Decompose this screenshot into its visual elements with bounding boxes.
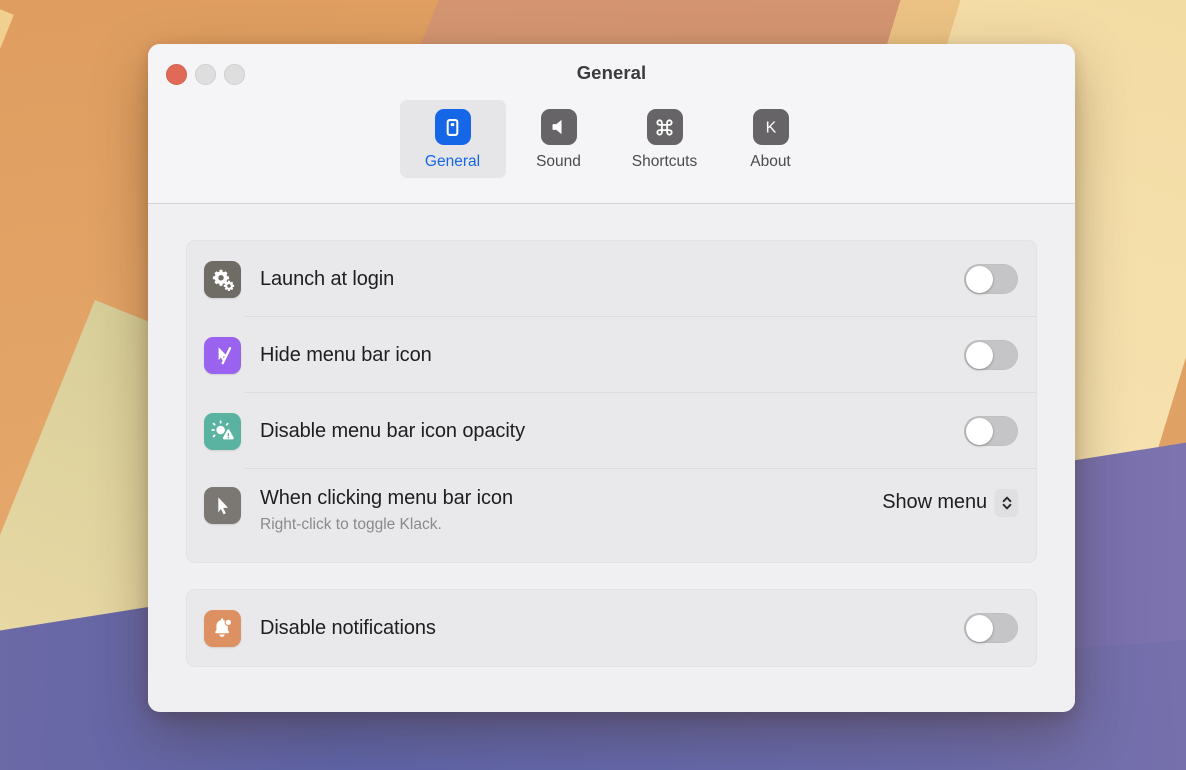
toggle-launch-at-login[interactable] xyxy=(964,264,1018,294)
row-title: When clicking menu bar icon xyxy=(260,487,882,510)
toggle-disable-notifications[interactable] xyxy=(964,613,1018,643)
tab-shortcuts-label: Shortcuts xyxy=(632,153,697,171)
toggle-knob xyxy=(966,418,993,445)
letter-k-icon: K xyxy=(753,109,789,145)
tab-sound[interactable]: Sound xyxy=(506,100,612,178)
toggle-disable-menu-bar-icon-opacity[interactable] xyxy=(964,416,1018,446)
row-when-clicking-menu-bar-icon[interactable]: When clicking menu bar icon Right-click … xyxy=(187,469,1036,562)
row-texts: When clicking menu bar icon Right-click … xyxy=(260,487,882,534)
row-texts: Launch at login xyxy=(260,268,964,291)
row-hide-menu-bar-icon[interactable]: Hide menu bar icon xyxy=(187,317,1036,393)
popup-when-clicking-menu-bar-icon[interactable]: Show menu xyxy=(882,489,1018,516)
cursor-icon xyxy=(204,487,241,524)
row-subtitle: Right-click to toggle Klack. xyxy=(260,516,882,534)
row-texts: Disable menu bar icon opacity xyxy=(260,420,964,443)
tab-shortcuts[interactable]: Shortcuts xyxy=(612,100,718,178)
settings-card-primary: Launch at login Hide me xyxy=(186,240,1037,563)
toggle-hide-menu-bar-icon[interactable] xyxy=(964,340,1018,370)
settings-card-notifications: Disable notifications xyxy=(186,589,1037,667)
row-title: Disable notifications xyxy=(260,617,964,640)
row-disable-notifications[interactable]: Disable notifications xyxy=(187,590,1036,666)
speaker-icon xyxy=(541,109,577,145)
toggle-knob xyxy=(966,342,993,369)
preferences-window: General General xyxy=(148,44,1075,712)
row-title: Hide menu bar icon xyxy=(260,344,964,367)
row-title: Disable menu bar icon opacity xyxy=(260,420,964,443)
chevron-up-down-icon xyxy=(995,489,1018,516)
toggle-knob xyxy=(966,615,993,642)
gears-icon xyxy=(204,261,241,298)
cursor-slash-icon xyxy=(204,337,241,374)
row-title: Launch at login xyxy=(260,268,964,291)
svg-text:K: K xyxy=(765,120,776,137)
sun-warning-icon xyxy=(204,413,241,450)
tab-about[interactable]: K About xyxy=(718,100,824,178)
window-titlebar: General General xyxy=(148,44,1075,204)
tab-general[interactable]: General xyxy=(400,100,506,178)
row-texts: Hide menu bar icon xyxy=(260,344,964,367)
tab-about-label: About xyxy=(750,153,791,171)
row-disable-menu-bar-icon-opacity[interactable]: Disable menu bar icon opacity xyxy=(187,393,1036,469)
menu-bar-icon xyxy=(435,109,471,145)
bell-badge-icon xyxy=(204,610,241,647)
desktop-wallpaper: General General xyxy=(0,0,1186,770)
settings-content: Launch at login Hide me xyxy=(148,204,1075,711)
toolbar-tabs: General Sound xyxy=(148,100,1075,178)
tab-sound-label: Sound xyxy=(536,153,581,171)
row-launch-at-login[interactable]: Launch at login xyxy=(187,241,1036,317)
command-icon xyxy=(647,109,683,145)
window-title: General xyxy=(148,62,1075,84)
toggle-knob xyxy=(966,266,993,293)
row-texts: Disable notifications xyxy=(260,617,964,640)
popup-value: Show menu xyxy=(882,491,987,514)
tab-general-label: General xyxy=(425,153,480,171)
